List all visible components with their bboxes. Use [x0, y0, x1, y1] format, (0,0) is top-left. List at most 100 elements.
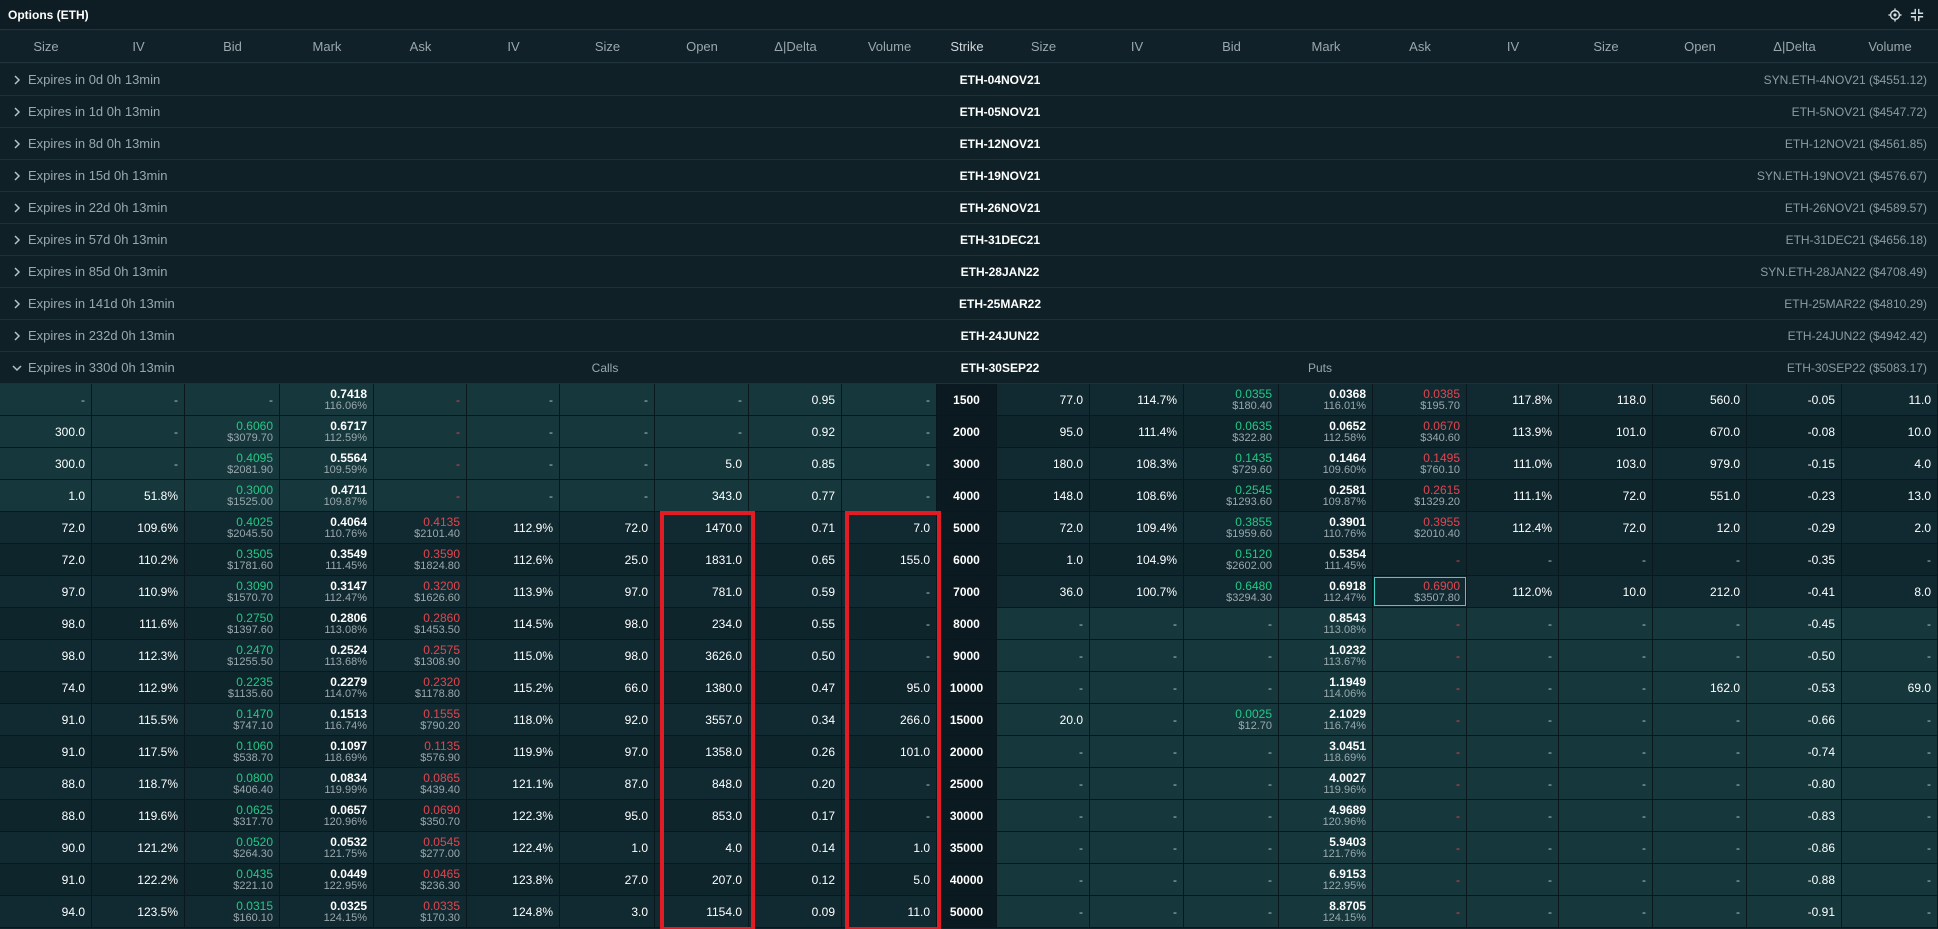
call-ask[interactable]: 0.1135 $576.90: [374, 736, 467, 767]
call-ask-size[interactable]: 92.0: [560, 704, 655, 735]
call-bid-iv[interactable]: 112.3%: [92, 640, 185, 671]
call-ask-size[interactable]: -: [560, 384, 655, 415]
put-ask-iv[interactable]: -: [1467, 768, 1559, 799]
put-bid-iv[interactable]: 109.4%: [1090, 512, 1184, 543]
expiry-row[interactable]: Expires in 1d 0h 13min ETH-05NOV21 ETH-5NO…: [0, 96, 1938, 128]
call-ask-size[interactable]: 95.0: [560, 800, 655, 831]
put-bid-size[interactable]: -: [997, 896, 1090, 927]
put-delta[interactable]: -0.41: [1747, 576, 1842, 607]
put-ask-size[interactable]: 118.0: [1559, 384, 1653, 415]
put-mark[interactable]: 0.0652 112.58%: [1279, 416, 1373, 447]
call-ask-iv[interactable]: 115.2%: [467, 672, 560, 703]
put-open-interest[interactable]: -: [1653, 736, 1747, 767]
put-delta[interactable]: -0.15: [1747, 448, 1842, 479]
call-bid-iv[interactable]: 119.6%: [92, 800, 185, 831]
call-open-interest[interactable]: 853.0: [655, 800, 749, 831]
put-mark[interactable]: 0.6918 112.47%: [1279, 576, 1373, 607]
expiry-row[interactable]: Expires in 8d 0h 13min ETH-12NOV21 ETH-12N…: [0, 128, 1938, 160]
call-open-interest[interactable]: 1831.0: [655, 544, 749, 575]
put-delta[interactable]: -0.29: [1747, 512, 1842, 543]
put-bid-iv[interactable]: -: [1090, 640, 1184, 671]
call-ask-size[interactable]: -: [560, 416, 655, 447]
call-bid-iv[interactable]: 111.6%: [92, 608, 185, 639]
put-ask-size[interactable]: -: [1559, 800, 1653, 831]
put-ask-size[interactable]: 10.0: [1559, 576, 1653, 607]
call-bid-iv[interactable]: 51.8%: [92, 480, 185, 511]
put-ask-iv[interactable]: -: [1467, 800, 1559, 831]
put-open-interest[interactable]: -: [1653, 768, 1747, 799]
put-mark[interactable]: 0.0368 116.01%: [1279, 384, 1373, 415]
put-ask[interactable]: -: [1373, 640, 1467, 671]
call-bid-size[interactable]: 94.0: [0, 896, 92, 927]
put-ask-size[interactable]: 72.0: [1559, 512, 1653, 543]
put-delta[interactable]: -0.08: [1747, 416, 1842, 447]
call-bid-size[interactable]: 91.0: [0, 736, 92, 767]
call-delta[interactable]: 0.50: [749, 640, 842, 671]
put-delta[interactable]: -0.91: [1747, 896, 1842, 927]
put-bid[interactable]: 0.0025 $12.70: [1184, 704, 1279, 735]
put-volume[interactable]: -: [1842, 896, 1938, 927]
call-bid-iv[interactable]: 122.2%: [92, 864, 185, 895]
call-bid[interactable]: 0.3000 $1525.00: [185, 480, 280, 511]
call-bid-iv[interactable]: 115.5%: [92, 704, 185, 735]
put-bid-size[interactable]: -: [997, 864, 1090, 895]
call-delta[interactable]: 0.34: [749, 704, 842, 735]
call-mark[interactable]: 0.2806 113.08%: [280, 608, 374, 639]
call-ask-iv[interactable]: 119.9%: [467, 736, 560, 767]
put-bid-iv[interactable]: -: [1090, 800, 1184, 831]
call-bid[interactable]: 0.3090 $1570.70: [185, 576, 280, 607]
put-ask-size[interactable]: -: [1559, 544, 1653, 575]
call-volume[interactable]: 266.0: [842, 704, 937, 735]
call-delta[interactable]: 0.17: [749, 800, 842, 831]
put-mark[interactable]: 5.9403 121.76%: [1279, 832, 1373, 863]
call-bid-iv[interactable]: 123.5%: [92, 896, 185, 927]
call-bid[interactable]: 0.2750 $1397.60: [185, 608, 280, 639]
call-bid[interactable]: 0.0435 $221.10: [185, 864, 280, 895]
put-delta[interactable]: -0.50: [1747, 640, 1842, 671]
header-put-volume[interactable]: Volume: [1842, 31, 1938, 62]
call-mark[interactable]: 0.0834 119.99%: [280, 768, 374, 799]
put-ask-size[interactable]: -: [1559, 704, 1653, 735]
header-call-iv-ask[interactable]: IV: [467, 31, 560, 62]
put-bid[interactable]: 0.0355 $180.40: [1184, 384, 1279, 415]
call-open-interest[interactable]: 207.0: [655, 864, 749, 895]
call-bid-iv[interactable]: -: [92, 416, 185, 447]
header-call-mark[interactable]: Mark: [280, 31, 374, 62]
put-ask-iv[interactable]: -: [1467, 736, 1559, 767]
put-bid[interactable]: 0.2545 $1293.60: [1184, 480, 1279, 511]
call-ask[interactable]: 0.0865 $439.40: [374, 768, 467, 799]
call-mark[interactable]: 0.2524 113.68%: [280, 640, 374, 671]
put-bid-size[interactable]: 77.0: [997, 384, 1090, 415]
put-ask-iv[interactable]: -: [1467, 864, 1559, 895]
put-ask-iv[interactable]: 111.0%: [1467, 448, 1559, 479]
expiry-row[interactable]: Expires in 232d 0h 13min ETH-24JUN22 ETH-2…: [0, 320, 1938, 352]
put-bid-iv[interactable]: -: [1090, 832, 1184, 863]
call-ask-size[interactable]: 97.0: [560, 576, 655, 607]
put-ask-iv[interactable]: 112.0%: [1467, 576, 1559, 607]
call-volume[interactable]: 95.0: [842, 672, 937, 703]
call-volume[interactable]: -: [842, 576, 937, 607]
chevron-right-icon[interactable]: [11, 74, 23, 86]
chevron-right-icon[interactable]: [11, 298, 23, 310]
call-mark[interactable]: 0.0532 121.75%: [280, 832, 374, 863]
put-ask-iv[interactable]: -: [1467, 608, 1559, 639]
call-volume[interactable]: -: [842, 480, 937, 511]
put-bid-size[interactable]: 72.0: [997, 512, 1090, 543]
put-delta[interactable]: -0.86: [1747, 832, 1842, 863]
put-ask-size[interactable]: 72.0: [1559, 480, 1653, 511]
call-delta[interactable]: 0.92: [749, 416, 842, 447]
put-open-interest[interactable]: -: [1653, 640, 1747, 671]
call-open-interest[interactable]: 781.0: [655, 576, 749, 607]
put-ask-iv[interactable]: 111.1%: [1467, 480, 1559, 511]
put-bid-iv[interactable]: 104.9%: [1090, 544, 1184, 575]
call-volume[interactable]: -: [842, 384, 937, 415]
call-ask-iv[interactable]: 114.5%: [467, 608, 560, 639]
call-mark[interactable]: 0.1513 116.74%: [280, 704, 374, 735]
call-mark[interactable]: 0.2279 114.07%: [280, 672, 374, 703]
header-put-iv-ask[interactable]: IV: [1467, 31, 1559, 62]
call-delta[interactable]: 0.47: [749, 672, 842, 703]
call-ask[interactable]: -: [374, 384, 467, 415]
call-ask[interactable]: -: [374, 480, 467, 511]
call-ask-iv[interactable]: -: [467, 480, 560, 511]
put-ask-iv[interactable]: 117.8%: [1467, 384, 1559, 415]
